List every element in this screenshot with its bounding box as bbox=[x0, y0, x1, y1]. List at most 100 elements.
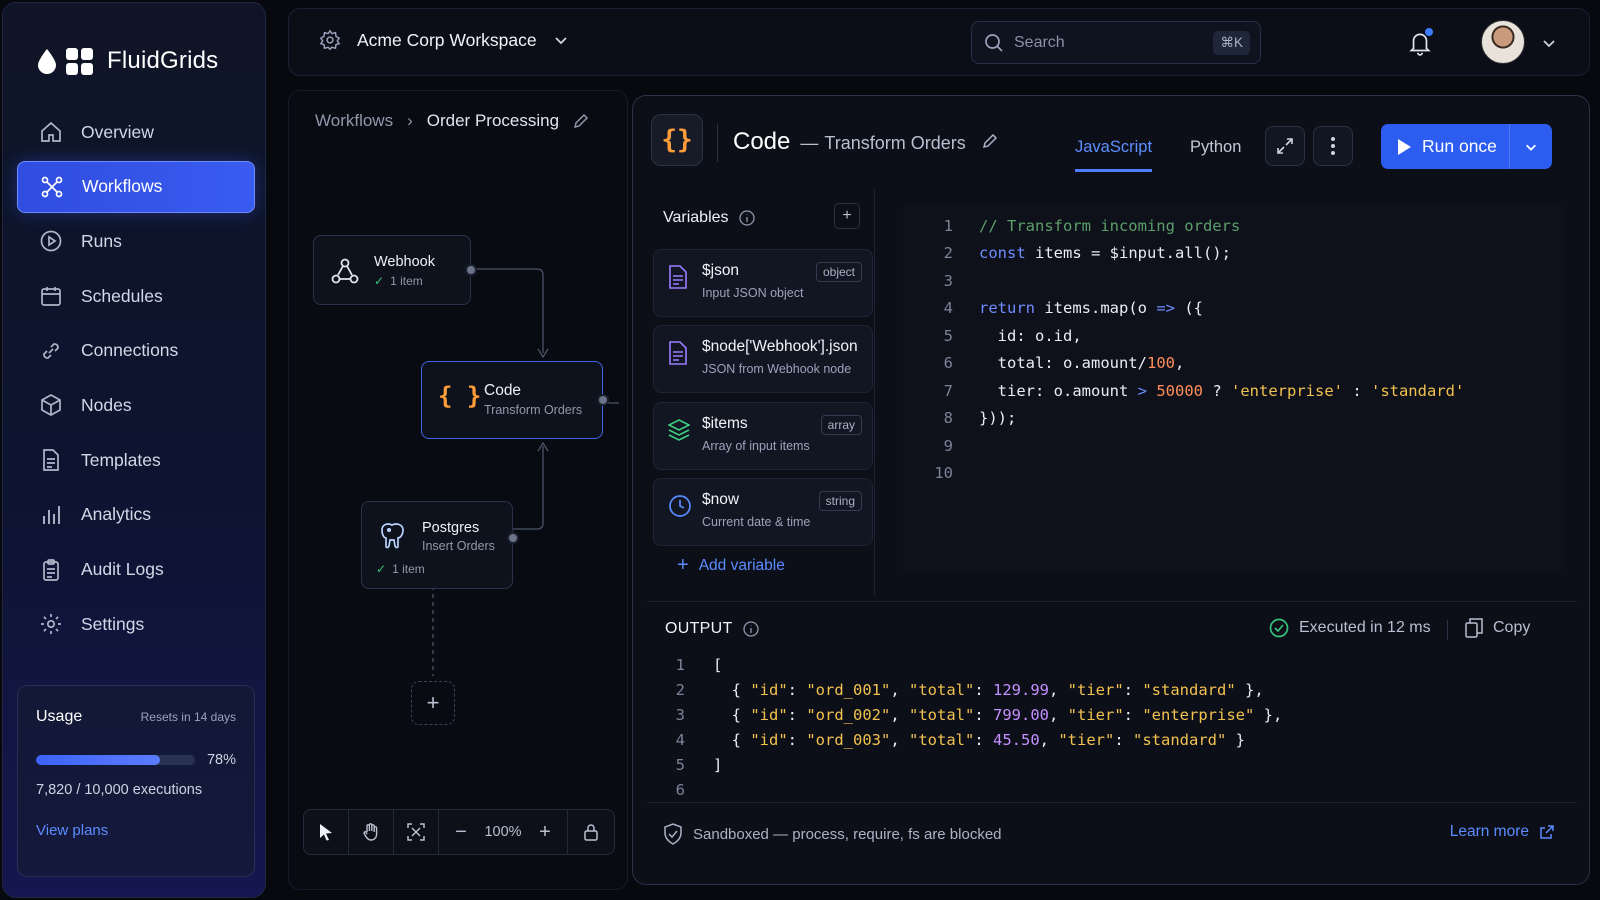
plus-icon: + bbox=[842, 207, 852, 224]
sidebar-item-label: Nodes bbox=[81, 394, 132, 415]
variable-item[interactable]: $now Current date & time string bbox=[653, 478, 873, 546]
fit-view-button[interactable] bbox=[394, 810, 438, 854]
variable-item[interactable]: $items Array of input items array bbox=[653, 402, 873, 470]
workspace-gear-icon bbox=[319, 29, 341, 51]
output-port[interactable] bbox=[465, 264, 477, 276]
node-status: ✓ 1 item bbox=[374, 274, 470, 288]
sidebar-item-analytics[interactable]: Analytics bbox=[17, 489, 255, 541]
run-once-button[interactable]: Run once bbox=[1381, 124, 1509, 169]
lock-canvas-button[interactable] bbox=[568, 810, 614, 854]
search-input[interactable] bbox=[1014, 33, 1194, 52]
output-divider bbox=[1447, 620, 1448, 640]
external-link-icon bbox=[1540, 825, 1554, 839]
line-number: 7 bbox=[943, 381, 953, 400]
zoom-out-button[interactable]: − bbox=[439, 810, 483, 854]
add-node-button[interactable]: + bbox=[411, 681, 455, 725]
code-text: const items = $input.all(); bbox=[979, 244, 1231, 263]
output-line: 5] bbox=[657, 752, 1282, 777]
user-avatar[interactable] bbox=[1481, 20, 1525, 64]
select-tool-button[interactable] bbox=[304, 810, 348, 854]
code-line[interactable]: 3 bbox=[903, 267, 1563, 295]
tab-javascript[interactable]: JavaScript bbox=[1075, 138, 1153, 172]
line-number: 5 bbox=[943, 326, 953, 345]
sidebar-item-nodes[interactable]: Nodes bbox=[17, 379, 255, 431]
expand-button[interactable] bbox=[1265, 126, 1305, 166]
sidebar-item-label: Audit Logs bbox=[81, 559, 164, 579]
node-postgres[interactable]: Postgres Insert Orders ✓ 1 item bbox=[361, 501, 519, 589]
tab-python[interactable]: Python bbox=[1190, 138, 1241, 172]
code-line[interactable]: 10 bbox=[903, 460, 1563, 488]
run-options-dropdown[interactable] bbox=[1510, 124, 1552, 169]
output-line: 1[ bbox=[657, 652, 1282, 677]
pan-tool-button[interactable] bbox=[349, 810, 393, 854]
info-icon[interactable] bbox=[742, 621, 759, 637]
sidebar-item-schedules[interactable]: Schedules bbox=[17, 270, 255, 322]
line-number: 1 bbox=[675, 655, 685, 674]
droplet-icon bbox=[38, 49, 56, 74]
variables-header: Variables bbox=[663, 209, 755, 227]
sidebar-nav: Overview Workflows Runs Schedules Connec… bbox=[17, 106, 255, 653]
document-icon bbox=[669, 341, 687, 365]
more-options-button[interactable] bbox=[1313, 126, 1353, 166]
copy-icon bbox=[1465, 618, 1483, 638]
canvas-toolbar: − 100% + bbox=[303, 809, 615, 855]
check-icon: ✓ bbox=[374, 274, 385, 288]
node-code[interactable]: { } Code Transform Orders bbox=[421, 361, 609, 439]
learn-more-link[interactable]: Learn more bbox=[1450, 823, 1555, 841]
add-variable-icon-button[interactable]: + bbox=[834, 203, 860, 229]
gear-icon bbox=[41, 614, 61, 635]
code-line[interactable]: 8})); bbox=[903, 405, 1563, 433]
code-editor[interactable]: 1 // Transform incoming orders 2 const item… bbox=[903, 204, 1563, 574]
copy-output-button[interactable]: Copy bbox=[1465, 618, 1530, 638]
output-line: 4 { "id": "ord_003", "total": 45.50, "ti… bbox=[657, 727, 1282, 752]
sidebar-item-settings[interactable]: Settings bbox=[17, 598, 255, 650]
pencil-icon[interactable] bbox=[573, 113, 589, 129]
code-line[interactable]: 7 tier: o.amount > 50000 ? 'enterprise' … bbox=[903, 377, 1563, 405]
code-line[interactable]: 2 const items = $input.all(); bbox=[903, 240, 1563, 268]
output-port[interactable] bbox=[597, 394, 609, 406]
hand-icon bbox=[363, 823, 378, 841]
sidebar-item-overview[interactable]: Overview bbox=[17, 106, 255, 158]
variable-item[interactable]: $json Input JSON object object bbox=[653, 249, 873, 317]
add-variable-label: Add variable bbox=[698, 556, 785, 574]
workflow-canvas[interactable]: Workflows › Order Processing Webhook ✓ 1 … bbox=[288, 90, 628, 890]
sandbox-text: Sandboxed — process, require, fs are blo… bbox=[693, 825, 1002, 843]
output-text: ] bbox=[713, 755, 723, 774]
variable-description: Current date & time bbox=[702, 515, 811, 529]
sidebar-item-workflows[interactable]: Workflows bbox=[17, 160, 255, 213]
output-port[interactable] bbox=[507, 532, 519, 544]
search-box[interactable]: ⌘K bbox=[971, 21, 1261, 64]
code-line[interactable]: 4 return items.map(o => ({ bbox=[903, 295, 1563, 323]
code-line[interactable]: 9 bbox=[903, 432, 1563, 460]
view-plans-link[interactable]: View plans bbox=[36, 822, 236, 839]
panel-title: Code — Transform Orders bbox=[733, 128, 998, 156]
code-line[interactable]: 6 total: o.amount/100, bbox=[903, 350, 1563, 378]
code-line[interactable]: 1 // Transform incoming orders bbox=[903, 212, 1563, 240]
play-circle-icon bbox=[40, 231, 62, 252]
breadcrumb-workflows[interactable]: Workflows bbox=[315, 111, 393, 131]
node-webhook[interactable]: Webhook ✓ 1 item bbox=[313, 235, 477, 305]
sidebar-item-runs[interactable]: Runs bbox=[17, 215, 255, 267]
notifications-button[interactable] bbox=[1407, 28, 1433, 62]
chevron-down-icon bbox=[554, 37, 567, 45]
chevron-down-icon[interactable] bbox=[1541, 35, 1557, 51]
zoom-in-button[interactable]: + bbox=[523, 810, 567, 854]
code-text: total: o.amount/100, bbox=[979, 354, 1185, 373]
pencil-icon[interactable] bbox=[982, 133, 998, 149]
workspace-switcher[interactable]: Acme Corp Workspace bbox=[319, 29, 569, 51]
workspace-name: Acme Corp Workspace bbox=[357, 29, 537, 50]
connector-lines bbox=[432, 268, 619, 676]
node-title: Code bbox=[484, 382, 522, 399]
variable-item[interactable]: $node['Webhook'].json JSON from Webhook … bbox=[653, 325, 873, 393]
sidebar-item-templates[interactable]: Templates bbox=[17, 434, 255, 486]
variable-type-badge: object bbox=[815, 262, 862, 282]
add-variable-button[interactable]: + Add variable bbox=[677, 554, 785, 577]
sidebar-item-connections[interactable]: Connections bbox=[17, 325, 255, 377]
sidebar-item-audit-logs[interactable]: Audit Logs bbox=[17, 544, 255, 596]
output-header: OUTPUT bbox=[665, 620, 759, 638]
usage-title: Usage bbox=[36, 708, 83, 725]
code-node-panel: {} Code — Transform Orders JavaScript Py… bbox=[632, 95, 1590, 885]
code-line[interactable]: 5 id: o.id, bbox=[903, 322, 1563, 350]
brand[interactable]: FluidGrids bbox=[36, 43, 218, 79]
info-icon[interactable] bbox=[738, 210, 755, 226]
